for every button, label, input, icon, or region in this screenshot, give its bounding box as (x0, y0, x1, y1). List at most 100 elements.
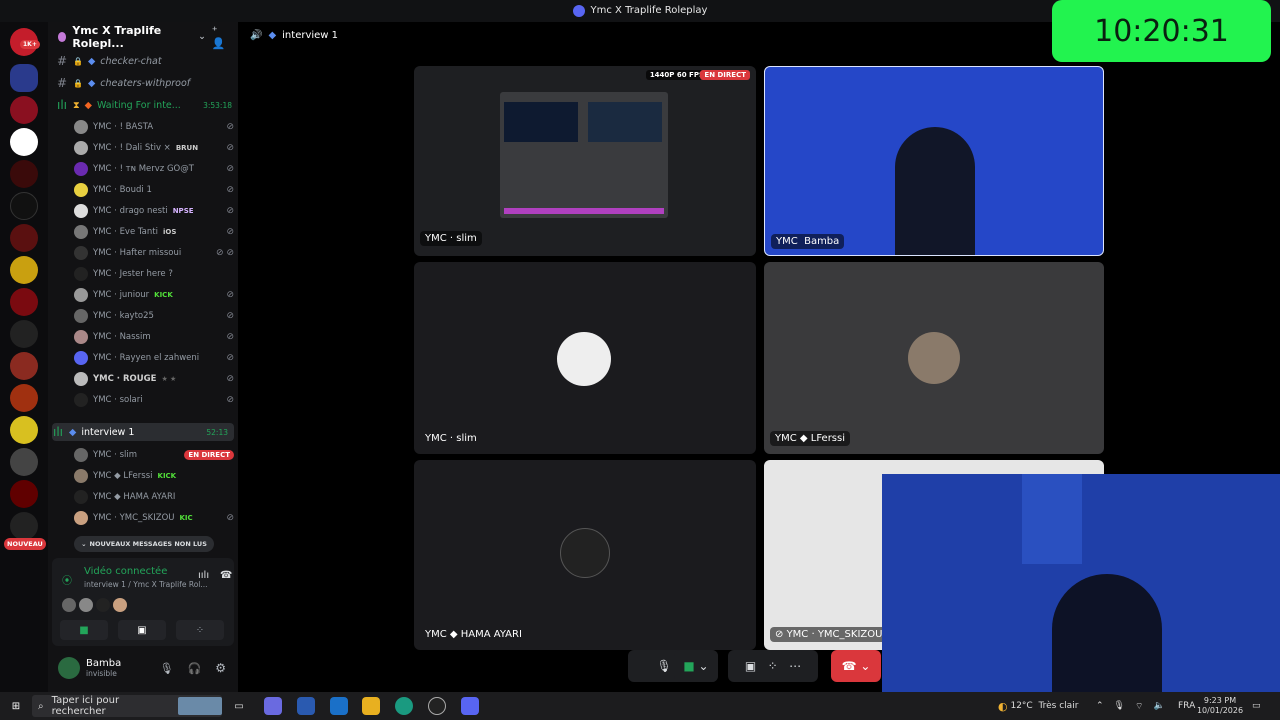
voice-user[interactable]: YMC · Boudi 1 ⊘ (74, 181, 234, 199)
microphone-icon[interactable]: 🎙 (1114, 701, 1125, 711)
voice-user[interactable]: YMC · ! Dali Stiv × BRUN ⊘ (74, 139, 234, 157)
disconnect-icon[interactable]: ☎ (220, 570, 232, 581)
server-icon[interactable] (10, 416, 38, 444)
new-messages-bar[interactable]: ⌄ NOUVEAUX MESSAGES NON LUS (74, 536, 214, 552)
share-controls: ▣ ⁘ ⋯ (728, 650, 818, 682)
voice-user[interactable]: YMC ◆ HAMA AYARI (74, 488, 234, 506)
voice-user[interactable]: YMC · ! ᴛɴ Mervz GO@T ⊘ (74, 160, 234, 178)
store-icon[interactable] (297, 697, 315, 715)
server-icon[interactable] (10, 256, 38, 284)
user-name: YMC · Boudi 1 (93, 185, 152, 195)
activities-button[interactable]: ⁘ (176, 620, 224, 640)
server-icon[interactable] (10, 160, 38, 188)
chevron-down-icon[interactable]: ⌄ (860, 659, 870, 673)
server-icon[interactable] (10, 288, 38, 316)
video-tile[interactable]: YMC ◆ LFerssi (764, 262, 1104, 454)
app-icon[interactable] (428, 697, 446, 715)
chevron-down-icon[interactable]: ⌄ (198, 32, 206, 42)
notifications-icon[interactable]: ▭ (1252, 692, 1261, 720)
weather-widget[interactable]: ◐ 12°C Très clair (998, 692, 1078, 720)
server-icon[interactable] (10, 96, 38, 124)
channel-cheaters-withproof[interactable]: # 🔒 ◆ cheaters-withproof (56, 74, 232, 92)
network-icon[interactable]: ⌔ (1135, 701, 1143, 712)
windows-start-icon[interactable]: ⊞ (7, 697, 25, 715)
more-icon[interactable]: ⋯ (789, 659, 801, 673)
user-name: YMC · slim (93, 450, 137, 460)
avatar (74, 309, 88, 323)
server-icon[interactable] (10, 448, 38, 476)
copilot-icon[interactable] (264, 697, 282, 715)
stream-quality: 1440P 60 FPS (645, 70, 708, 80)
camera-icon[interactable]: ■ (683, 659, 694, 673)
voice-channel-interview[interactable]: ılı ◆ interview 1 52:13 (52, 423, 234, 441)
task-view-icon[interactable]: ▭ (230, 697, 248, 715)
user-avatar[interactable] (58, 657, 80, 679)
voice-user[interactable]: YMC · slim EN DIRECT (74, 446, 234, 464)
server-icon[interactable] (10, 352, 38, 380)
stream-tile[interactable]: 1440P 60 FPS EN DIRECT YMC · slim (414, 66, 756, 256)
camera-control[interactable]: ■ ⌄ (674, 650, 718, 682)
server-icon[interactable] (10, 192, 38, 220)
gear-icon[interactable]: ⚙ (215, 661, 226, 675)
video-tile[interactable]: YMC Bamba (764, 66, 1104, 256)
file-explorer-icon[interactable] (362, 697, 380, 715)
voice-user[interactable]: YMC · Eve Tanti iOS ⊘ (74, 223, 234, 241)
deafened-icon: ⊘ ⊘ (216, 248, 234, 258)
add-member-icon[interactable]: ⁺👤 (212, 24, 228, 50)
chevron-down-icon[interactable]: ⌄ (699, 659, 709, 673)
server-icon[interactable] (10, 64, 38, 92)
video-tile[interactable]: YMC ◆ HAMA AYARI (414, 460, 756, 650)
microphone-icon[interactable]: 🎙 (657, 659, 672, 673)
voice-user[interactable]: YMC · drago nesti NPSE ⊘ (74, 202, 234, 220)
video-tile[interactable]: YMC · slim (414, 262, 756, 454)
noise-suppression-icon[interactable]: ıılı (198, 570, 209, 581)
voice-user[interactable]: YMC · solari ⊘ (74, 391, 234, 409)
camera-button[interactable]: ■ (60, 620, 108, 640)
taskbar-search[interactable]: ⌕ Taper ici pour rechercher (32, 695, 222, 717)
new-badge[interactable]: NOUVEAU (4, 538, 46, 550)
voice-user[interactable]: YMC · kayto25 ⊘ (74, 307, 234, 325)
leave-call-button[interactable]: ☎ ⌄ (831, 650, 881, 682)
voice-user[interactable]: YMC · Hafter missoui ⊘ ⊘ (74, 244, 234, 262)
mail-icon[interactable] (330, 697, 348, 715)
voice-user[interactable]: YMC · Nassim ⊘ (74, 328, 234, 346)
voice-user[interactable]: YMC · ! BASTA ⊘ (74, 118, 234, 136)
chevron-up-icon[interactable]: ⌃ (1096, 701, 1104, 711)
server-icon[interactable] (10, 320, 38, 348)
voice-user[interactable]: YMC · ROUGE ★ ★ ⊘ (74, 370, 234, 388)
server-icon[interactable] (10, 224, 38, 252)
label-prefix: YMC (776, 236, 798, 247)
screen-share-button[interactable]: ▣ (118, 620, 166, 640)
screen-share-icon[interactable]: ▣ (745, 659, 756, 673)
hash-icon: # (56, 54, 68, 68)
deafened-icon: ⊘ (226, 513, 234, 523)
weather-desc: Très clair (1038, 701, 1079, 711)
voice-channel-info[interactable]: interview 1 / Ymc X Traplife Rol... (84, 580, 208, 589)
voice-channel-waiting[interactable]: ılı ⧗ ◆ Waiting For inte... 3:53:18 (56, 96, 232, 114)
channel-checker-chat[interactable]: # 🔒 ◆ checker-chat (56, 52, 232, 70)
language-indicator[interactable]: FRA (1178, 692, 1195, 720)
discord-icon[interactable] (461, 697, 479, 715)
voice-user[interactable]: YMC ◆ LFerssi KICK (74, 467, 234, 485)
taskbar-clock[interactable]: 9:23 PM 10/01/2026 (1197, 692, 1243, 720)
volume-icon[interactable]: 🔈 (1153, 701, 1164, 711)
channel-sidebar: Ymc X Traplife Rolepl... ⌄ ⁺👤 # 🔒 ◆ chec… (48, 22, 238, 692)
server-header[interactable]: Ymc X Traplife Rolepl... ⌄ ⁺👤 (48, 22, 238, 52)
user-info[interactable]: Bamba invisible (86, 658, 121, 678)
voice-user[interactable]: YMC · YMC_SKIZOU KIC ⊘ (74, 509, 234, 527)
user-name: YMC · YMC_SKIZOU (93, 513, 175, 523)
voice-user[interactable]: YMC · Jester here ? (74, 265, 234, 283)
microphone-icon[interactable]: 🎙 (160, 662, 174, 675)
voice-user[interactable]: YMC · Rayyen el zahweni ⊘ (74, 349, 234, 367)
server-icon[interactable] (10, 128, 38, 156)
voice-user[interactable]: YMC · juniour KICK ⊘ (74, 286, 234, 304)
headset-icon[interactable]: 🎧 (188, 662, 202, 675)
server-icon[interactable] (10, 480, 38, 508)
user-name: YMC · kayto25 (93, 311, 154, 321)
deafened-icon: ⊘ (226, 395, 234, 405)
weather-temp: 12°C (1010, 701, 1033, 711)
server-icon[interactable] (10, 384, 38, 412)
edge-icon[interactable] (395, 697, 413, 715)
activities-icon[interactable]: ⁘ (768, 659, 778, 673)
server-icon[interactable] (10, 512, 38, 540)
